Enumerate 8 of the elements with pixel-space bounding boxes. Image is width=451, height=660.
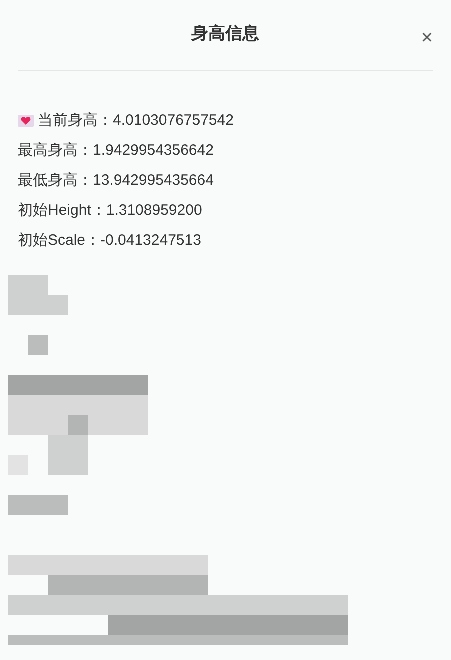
info-text: 最低身高：13.942995435664: [18, 170, 214, 191]
dialog-title: 身高信息: [192, 23, 260, 46]
heart-icon: [18, 115, 34, 127]
info-text: 最高身高：1.9429954356642: [18, 140, 214, 161]
close-button[interactable]: ×: [421, 28, 433, 48]
info-text: 初始Height：1.3108959200: [18, 200, 202, 221]
info-text: 当前身高：4.0103076757542: [38, 110, 234, 131]
info-text: 初始Scale：-0.0413247513: [18, 230, 202, 251]
